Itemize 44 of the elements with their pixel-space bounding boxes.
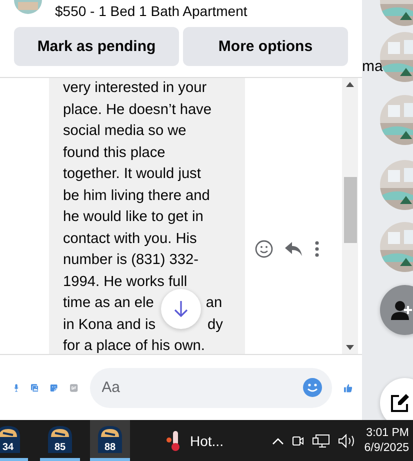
action-button[interactable]: Mark as pending [14, 27, 179, 66]
message-text: found this place [63, 144, 166, 162]
listing-title: $550 - 1 Bed 1 Bath Apartment [55, 3, 248, 19]
app-icon: 34 [0, 425, 21, 453]
message-text: be him living there and [63, 186, 210, 206]
reply-icon[interactable] [285, 241, 303, 257]
message-field[interactable]: Aa [90, 368, 332, 408]
scrollbar-thumb[interactable] [344, 177, 356, 243]
taskbar-app[interactable]: 88 [90, 420, 130, 461]
message-input[interactable]: Aa [100, 366, 303, 408]
message-text: he would like to get in [63, 208, 204, 227]
scroll-down-icon[interactable] [346, 345, 354, 350]
thermometer-icon [166, 430, 182, 452]
message-text: in Kona and is [63, 316, 156, 334]
message-text: very interested in your [63, 79, 207, 98]
scroll-up-icon[interactable] [346, 82, 354, 87]
arrow-down-icon [173, 300, 189, 318]
add-person-icon [390, 300, 412, 320]
weather-widget[interactable]: Hot... [160, 428, 230, 452]
taskbar-app[interactable]: 34 [0, 420, 28, 461]
message-text: dy [208, 316, 223, 334]
message-text: together. It would just [63, 165, 201, 184]
taskbar-app[interactable]: 85 [40, 420, 80, 461]
message-text: 1994. He works full [63, 272, 188, 292]
more-icon[interactable] [315, 241, 319, 257]
message-text: number is (831) 332- [63, 251, 198, 270]
message-text: time as an ele [63, 294, 154, 313]
message-text: for a place of his own. [63, 337, 205, 354]
emoji-icon[interactable] [302, 378, 322, 397]
chevron-up-icon[interactable] [272, 436, 284, 444]
smiley-icon[interactable] [255, 240, 273, 258]
message-text: place. He doesn’t have [63, 100, 212, 120]
message-text: social media so we [63, 122, 186, 141]
app-icon: 88 [97, 425, 123, 453]
edit-icon [390, 393, 410, 413]
scrollbar[interactable] [342, 78, 358, 354]
action-button[interactable]: More options [183, 27, 348, 66]
contact-name: ma [362, 58, 383, 75]
volume-icon[interactable] [338, 434, 356, 448]
app-icon: 85 [47, 425, 73, 453]
message-text: an [206, 294, 222, 313]
clock[interactable]: 3:01 PM 6/9/2025 [364, 426, 409, 456]
message-text: contact with you. His [63, 230, 197, 248]
network-icon[interactable] [312, 434, 330, 448]
